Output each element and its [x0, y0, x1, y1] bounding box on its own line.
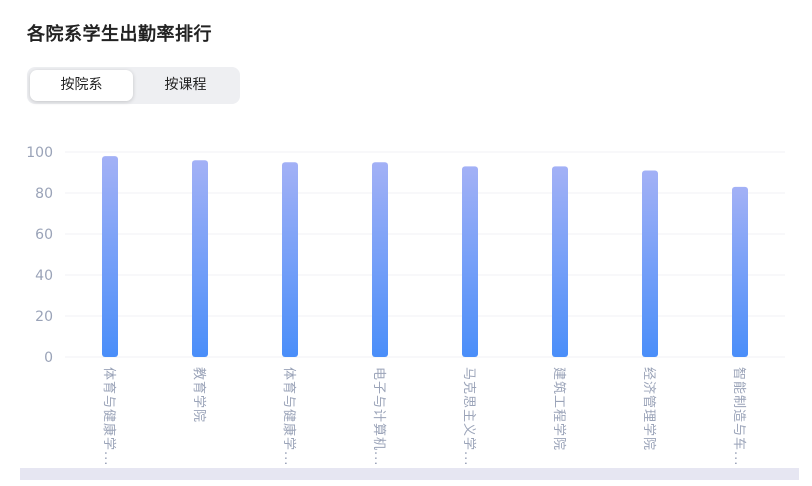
y-tick-label: 20	[35, 309, 53, 325]
bar	[462, 166, 478, 357]
x-tick-label: 建筑工程学院	[551, 367, 567, 451]
bar	[552, 166, 568, 357]
bar	[642, 170, 658, 357]
x-tick-label: 体育与健康学...	[281, 367, 297, 466]
x-tick-label: 马克思主义学...	[461, 367, 477, 466]
horizontal-scrollbar[interactable]	[20, 468, 799, 480]
page: 各院系学生出勤率排行 按院系 按课程 0 20 40 60 80 100 体育与健康学...…	[0, 0, 812, 486]
y-tick-label: 60	[35, 227, 53, 243]
x-tick-label: 体育与健康学...	[101, 367, 117, 466]
y-tick-label: 80	[35, 186, 53, 202]
y-tick-label: 100	[26, 145, 53, 161]
bar	[282, 162, 298, 357]
bar	[732, 186, 748, 357]
y-tick-label: 0	[44, 350, 53, 366]
x-tick-label: 教育学院	[191, 367, 207, 423]
bar	[192, 160, 208, 357]
bar	[372, 162, 388, 357]
bar	[102, 156, 118, 357]
y-tick-label: 40	[35, 268, 53, 284]
x-tick-label: 电子与计算机...	[371, 367, 386, 466]
x-tick-label: 经济管理学院	[641, 367, 657, 451]
x-tick-label: 智能制造与车...	[731, 367, 747, 466]
attendance-bar-chart: 0 20 40 60 80 100 体育与健康学... 教育学院 体育与健康学... 电子与计算机…	[26, 145, 785, 466]
